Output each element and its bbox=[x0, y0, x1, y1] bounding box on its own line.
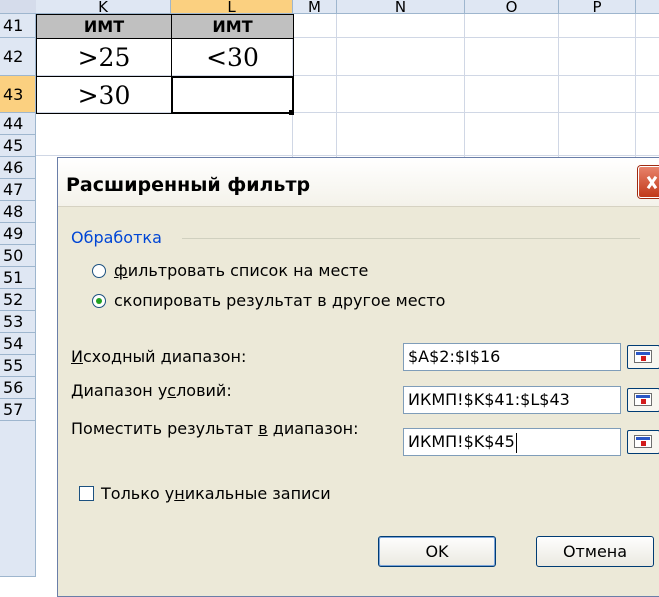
source-range-picker-button[interactable] bbox=[627, 345, 659, 369]
cell-k41[interactable]: ИМТ bbox=[36, 14, 172, 39]
cell-k42[interactable]: >25 bbox=[36, 38, 172, 77]
criteria-range-picker-button[interactable] bbox=[627, 388, 659, 412]
processing-group-label: Обработка bbox=[71, 228, 162, 247]
criteria-range-label: Диапазон условий: bbox=[71, 381, 232, 400]
row-header-52[interactable]: 52 bbox=[0, 289, 36, 311]
radio-copy-to-location-label[interactable]: скопировать результат в другое место bbox=[114, 291, 445, 310]
row-header-44[interactable]: 44 bbox=[0, 113, 36, 135]
row-header-49[interactable]: 49 bbox=[0, 223, 36, 245]
row-header-53[interactable]: 53 bbox=[0, 311, 36, 333]
column-header-k[interactable]: K bbox=[36, 0, 171, 15]
output-range-picker-button[interactable] bbox=[627, 430, 659, 454]
radio-filter-in-place[interactable] bbox=[92, 264, 106, 278]
unique-records-checkbox[interactable] bbox=[79, 486, 94, 501]
row-header-57[interactable]: 57 bbox=[0, 399, 36, 421]
cell-l41[interactable]: ИМТ bbox=[171, 14, 294, 39]
row-header-56[interactable]: 56 bbox=[0, 377, 36, 399]
row-header-filler bbox=[0, 421, 36, 577]
range-picker-icon bbox=[634, 350, 652, 363]
cancel-button[interactable]: Отмена bbox=[536, 536, 654, 567]
range-picker-icon bbox=[634, 435, 652, 448]
row-header-47[interactable]: 47 bbox=[0, 179, 36, 201]
row-header-41[interactable]: 41 bbox=[0, 14, 36, 38]
unique-records-label[interactable]: Только уникальные записи bbox=[101, 484, 331, 503]
column-header-l[interactable]: L bbox=[171, 0, 293, 15]
column-header-p[interactable]: P bbox=[559, 0, 636, 15]
cell-k43[interactable]: >30 bbox=[36, 76, 172, 114]
row-header-43[interactable]: 43 bbox=[0, 76, 36, 113]
output-range-input[interactable]: ИКМП!$K$45 bbox=[403, 428, 621, 456]
source-range-label: Исходный диапазон: bbox=[71, 347, 247, 366]
group-divider bbox=[182, 238, 640, 239]
range-picker-icon bbox=[634, 393, 652, 406]
column-header-n[interactable]: N bbox=[337, 0, 465, 15]
ok-button[interactable]: OK bbox=[378, 536, 496, 567]
radio-copy-to-location[interactable] bbox=[92, 294, 106, 308]
output-range-label: Поместить результат в диапазон: bbox=[71, 419, 359, 438]
row-header-46[interactable]: 46 bbox=[0, 157, 36, 179]
column-header-m[interactable]: M bbox=[293, 0, 337, 15]
cell-l42[interactable]: <30 bbox=[171, 38, 294, 77]
row-header-55[interactable]: 55 bbox=[0, 355, 36, 377]
close-icon[interactable] bbox=[638, 166, 659, 198]
criteria-range-input[interactable]: ИКМП!$K$41:$L$43 bbox=[403, 386, 621, 414]
dialog-title: Расширенный фильтр bbox=[66, 174, 311, 196]
source-range-input[interactable]: $A$2:$I$16 bbox=[403, 343, 621, 371]
row-header-50[interactable]: 50 bbox=[0, 245, 36, 267]
row-header-54[interactable]: 54 bbox=[0, 333, 36, 355]
row-header-42[interactable]: 42 bbox=[0, 38, 36, 76]
row-header-48[interactable]: 48 bbox=[0, 201, 36, 223]
column-header-o[interactable]: O bbox=[465, 0, 559, 15]
advanced-filter-dialog: Расширенный фильтр Обработка фильтровать… bbox=[57, 157, 659, 597]
column-header-partial[interactable] bbox=[636, 0, 659, 14]
row-header-45[interactable]: 45 bbox=[0, 135, 36, 157]
dialog-titlebar[interactable]: Расширенный фильтр bbox=[58, 158, 659, 207]
radio-filter-in-place-label[interactable]: фильтровать список на месте bbox=[114, 261, 368, 280]
fill-handle[interactable] bbox=[289, 110, 294, 115]
cell-l43-active[interactable] bbox=[171, 76, 294, 114]
row-header-51[interactable]: 51 bbox=[0, 267, 36, 289]
